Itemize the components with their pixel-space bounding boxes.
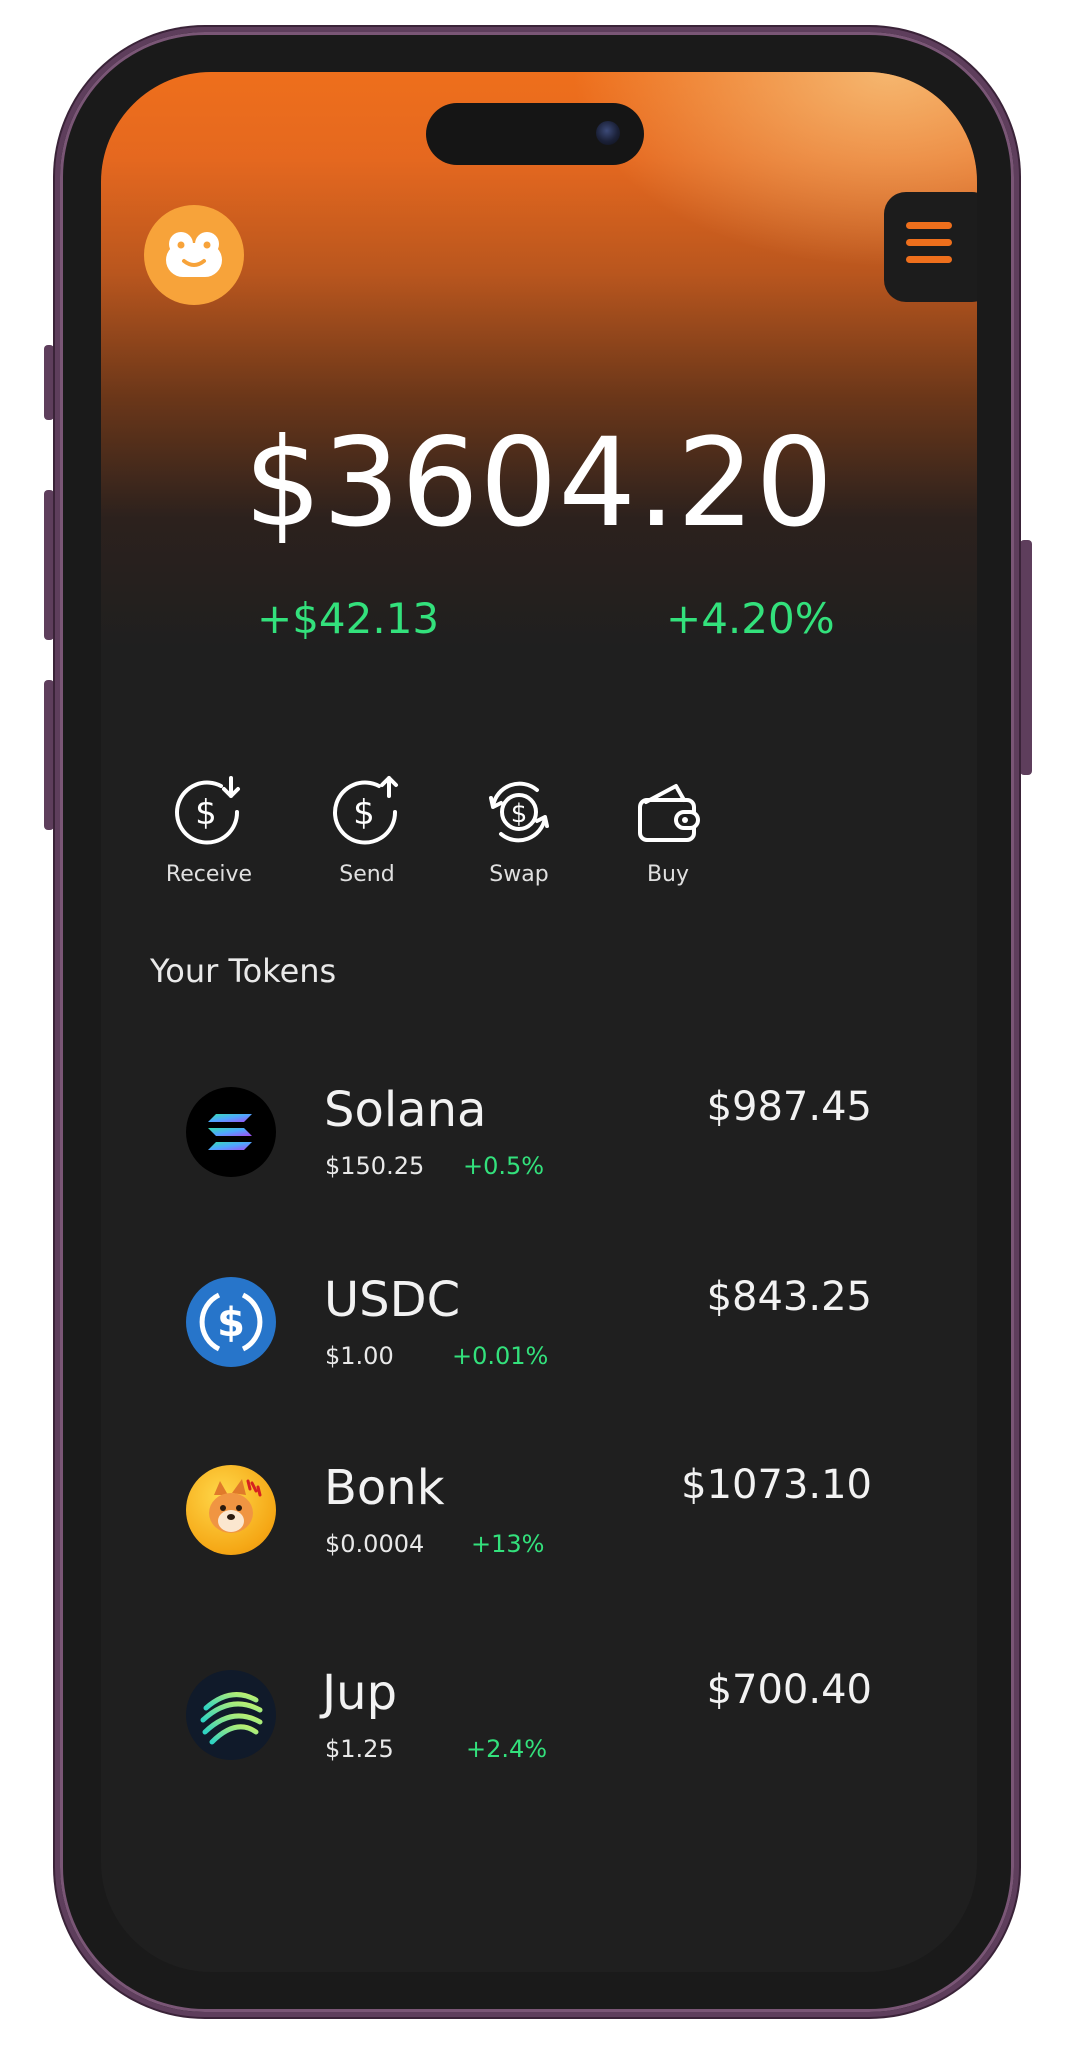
token-row-solana[interactable]: Solana $150.25 +0.5% $987.45 [101,1062,977,1202]
balance-change-percent: +4.20% [666,594,835,643]
swap-button[interactable]: $ Swap [449,772,589,887]
jup-logo-icon [186,1670,276,1760]
volume-up-button [44,490,54,640]
svg-text:$: $ [195,793,217,833]
token-value: $1073.10 [681,1462,872,1508]
solana-logo-icon [186,1087,276,1177]
send-button[interactable]: $ Send [297,772,437,887]
frog-mascot-icon [166,232,222,277]
token-row-bonk[interactable]: Bonk $0.0004 +13% $1073.10 [101,1440,977,1580]
receive-label: Receive [165,862,253,887]
token-name: Bonk [324,1460,445,1516]
token-price: $1.25 [325,1735,394,1763]
swap-label: Swap [489,862,549,887]
token-value: $700.40 [706,1667,872,1713]
profile-avatar-button[interactable] [144,205,244,305]
svg-text:$: $ [217,1300,245,1346]
token-row-usdc[interactable]: $ USDC $1.00 +0.01% $843.25 [101,1252,977,1392]
token-change: +13% [471,1530,545,1558]
token-value: $843.25 [706,1274,872,1320]
token-price: $1.00 [325,1342,394,1370]
power-button [1020,540,1032,775]
send-icon: $ [333,776,398,845]
usdc-logo-icon: $ [186,1277,276,1367]
balance-change-amount: +$42.13 [257,594,440,643]
hamburger-icon [906,222,952,263]
your-tokens-heading: Your Tokens [150,952,337,990]
token-name: Solana [324,1082,487,1138]
token-price: $150.25 [325,1152,425,1180]
action-button [44,345,54,420]
svg-text:$: $ [511,799,528,829]
total-balance: $3604.20 [243,412,835,554]
swap-icon: $ [489,781,549,843]
token-name: USDC [324,1272,461,1328]
menu-button[interactable] [884,192,977,302]
token-row-jup[interactable]: Jup $1.25 +2.4% $700.40 [101,1645,977,1785]
token-change: +0.5% [463,1152,545,1180]
send-label: Send [339,862,395,887]
app-screen: $3604.20 +$42.13 +4.20% $ Receive $ Send… [101,72,977,1972]
dynamic-island [426,103,644,165]
token-value: $987.45 [706,1084,872,1130]
token-change: +2.4% [466,1735,548,1763]
token-name: Jup [322,1665,398,1721]
volume-down-button [44,680,54,830]
buy-label: Buy [646,862,690,887]
camera-icon [596,121,620,145]
receive-button[interactable]: $ Receive [139,772,279,887]
token-change: +0.01% [452,1342,549,1370]
bonk-logo-icon [186,1465,276,1555]
token-price: $0.0004 [325,1530,425,1558]
buy-button[interactable]: Buy [598,772,738,887]
svg-text:$: $ [353,793,375,833]
receive-icon: $ [175,776,240,845]
wallet-icon [638,784,700,842]
